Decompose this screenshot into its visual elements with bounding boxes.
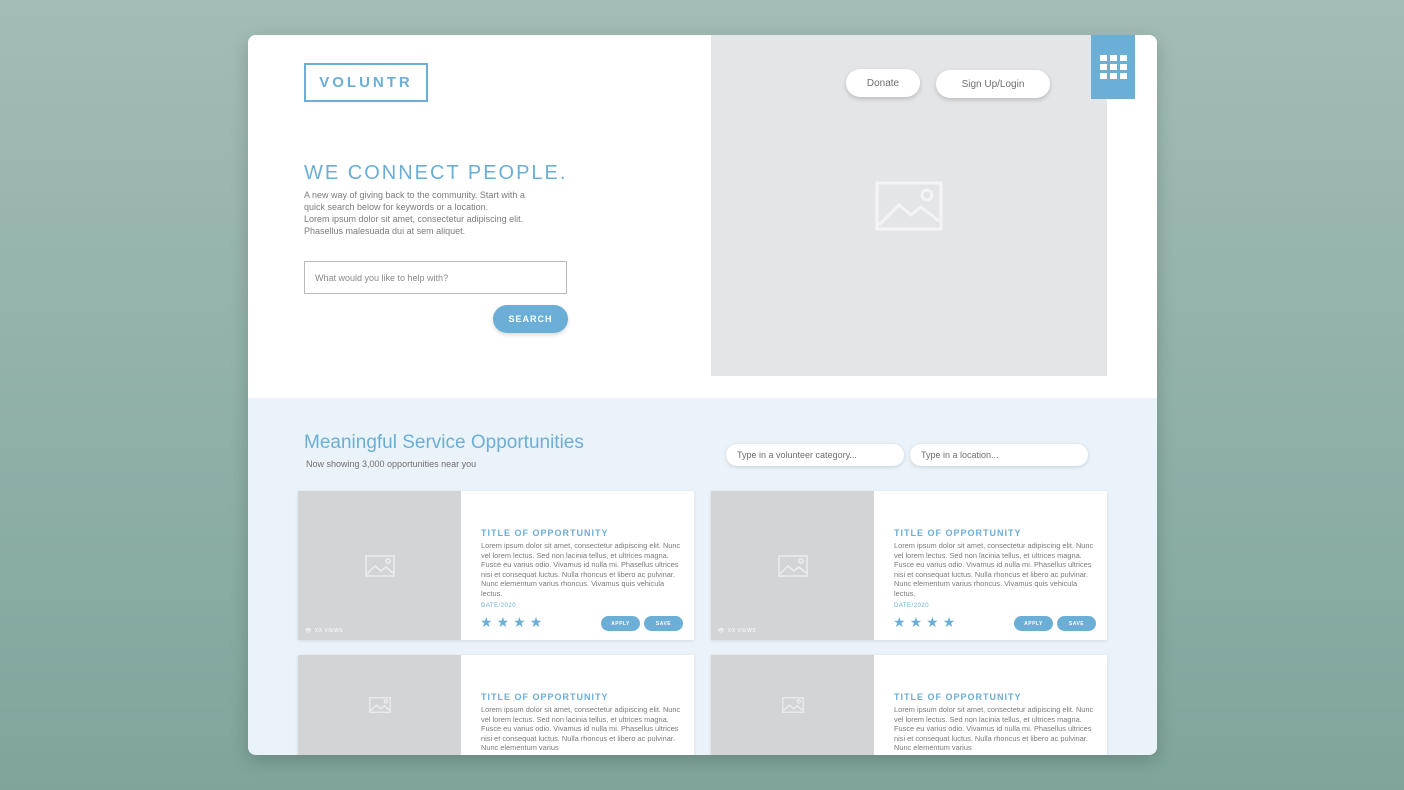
app-menu-button[interactable] <box>1091 35 1135 99</box>
save-button[interactable]: SAVE <box>644 616 683 631</box>
card-image: 👁 XX VIEWS <box>711 491 874 640</box>
eye-icon: 👁 <box>305 628 312 634</box>
view-count: 👁 XX VIEWS <box>718 628 756 634</box>
category-placeholder: Type in a volunteer category... <box>737 450 857 460</box>
signup-login-button[interactable]: Sign Up/Login <box>936 70 1050 98</box>
voluntr-logo[interactable]: VOLUNTR <box>304 63 428 102</box>
opportunity-card[interactable]: 👁 XX VIEWS TITLE OF OPPORTUNITY Lorem ip… <box>711 491 1107 640</box>
card-description: Lorem ipsum dolor sit amet, consectetur … <box>481 541 681 598</box>
star-rating: ★ ★ ★ ★ <box>893 615 955 629</box>
star-icon: ★ <box>529 614 543 630</box>
card-image <box>298 655 461 755</box>
star-icon: ★ <box>496 614 510 630</box>
star-icon: ★ <box>513 614 526 630</box>
card-image: 👁 XX VIEWS <box>298 491 461 640</box>
search-input[interactable]: What would you like to help with? <box>304 261 567 294</box>
image-placeholder-icon <box>777 554 808 577</box>
hero-description: A new way of giving back to the communit… <box>304 189 564 237</box>
eye-icon: 👁 <box>718 628 725 634</box>
view-count-label: XX VIEWS <box>314 628 344 634</box>
card-image <box>711 655 874 755</box>
star-rating: ★ ★ ★ ★ <box>480 615 542 629</box>
card-body: TITLE OF OPPORTUNITY Lorem ipsum dolor s… <box>894 692 1094 753</box>
view-count: 👁 XX VIEWS <box>305 628 343 634</box>
grid-icon <box>1099 55 1127 79</box>
apply-button[interactable]: APPLY <box>601 616 640 631</box>
opportunities-section: Meaningful Service Opportunities Now sho… <box>248 398 1157 755</box>
star-icon: ★ <box>909 614 923 630</box>
hero-description-line: Phasellus malesuada dui at sem aliquet. <box>304 226 466 236</box>
star-icon: ★ <box>926 614 939 630</box>
location-filter-input[interactable]: Type in a location... <box>910 444 1088 466</box>
card-body: TITLE OF OPPORTUNITY Lorem ipsum dolor s… <box>894 528 1094 609</box>
star-icon: ★ <box>480 614 493 630</box>
star-icon: ★ <box>942 614 956 630</box>
view-count-label: XX VIEWS <box>727 628 757 634</box>
category-filter-input[interactable]: Type in a volunteer category... <box>726 444 904 466</box>
location-placeholder: Type in a location... <box>921 450 999 460</box>
card-title[interactable]: TITLE OF OPPORTUNITY <box>894 692 1094 702</box>
apply-button[interactable]: APPLY <box>1014 616 1053 631</box>
card-date: DATE/2020 <box>894 602 930 609</box>
image-placeholder-icon <box>875 181 943 230</box>
card-title[interactable]: TITLE OF OPPORTUNITY <box>481 692 681 702</box>
hero-description-line: A new way of giving back to the communit… <box>304 190 525 200</box>
opportunity-card[interactable]: 👁 XX VIEWS TITLE OF OPPORTUNITY Lorem ip… <box>298 491 694 640</box>
card-body: TITLE OF OPPORTUNITY Lorem ipsum dolor s… <box>481 528 681 609</box>
card-description: Lorem ipsum dolor sit amet, consectetur … <box>894 705 1094 753</box>
save-button[interactable]: SAVE <box>1057 616 1096 631</box>
image-placeholder-icon <box>364 554 395 577</box>
opportunities-title: Meaningful Service Opportunities <box>304 432 584 453</box>
image-placeholder-icon <box>781 697 804 713</box>
opportunity-card[interactable]: TITLE OF OPPORTUNITY Lorem ipsum dolor s… <box>298 655 694 755</box>
hero-description-line: quick search below for keywords or a loc… <box>304 202 489 212</box>
star-icon: ★ <box>893 614 906 630</box>
card-description: Lorem ipsum dolor sit amet, consectetur … <box>481 705 681 753</box>
app-window: VOLUNTR Donate Sign Up/Login WE CONNECT … <box>248 35 1157 755</box>
donate-button[interactable]: Donate <box>846 69 920 97</box>
card-title[interactable]: TITLE OF OPPORTUNITY <box>481 528 681 538</box>
card-date: DATE/2020 <box>481 602 517 609</box>
search-button[interactable]: SEARCH <box>493 305 568 333</box>
card-body: TITLE OF OPPORTUNITY Lorem ipsum dolor s… <box>481 692 681 753</box>
hero-description-line: Lorem ipsum dolor sit amet, consectetur … <box>304 214 524 224</box>
opportunities-count: Now showing 3,000 opportunities near you <box>306 459 477 469</box>
opportunity-card[interactable]: TITLE OF OPPORTUNITY Lorem ipsum dolor s… <box>711 655 1107 755</box>
image-placeholder-icon <box>368 697 391 713</box>
search-placeholder: What would you like to help with? <box>315 272 449 283</box>
card-description: Lorem ipsum dolor sit amet, consectetur … <box>894 541 1094 598</box>
card-title[interactable]: TITLE OF OPPORTUNITY <box>894 528 1094 538</box>
hero-title: WE CONNECT PEOPLE. <box>304 162 568 184</box>
hero-section: VOLUNTR Donate Sign Up/Login WE CONNECT … <box>248 35 1157 398</box>
